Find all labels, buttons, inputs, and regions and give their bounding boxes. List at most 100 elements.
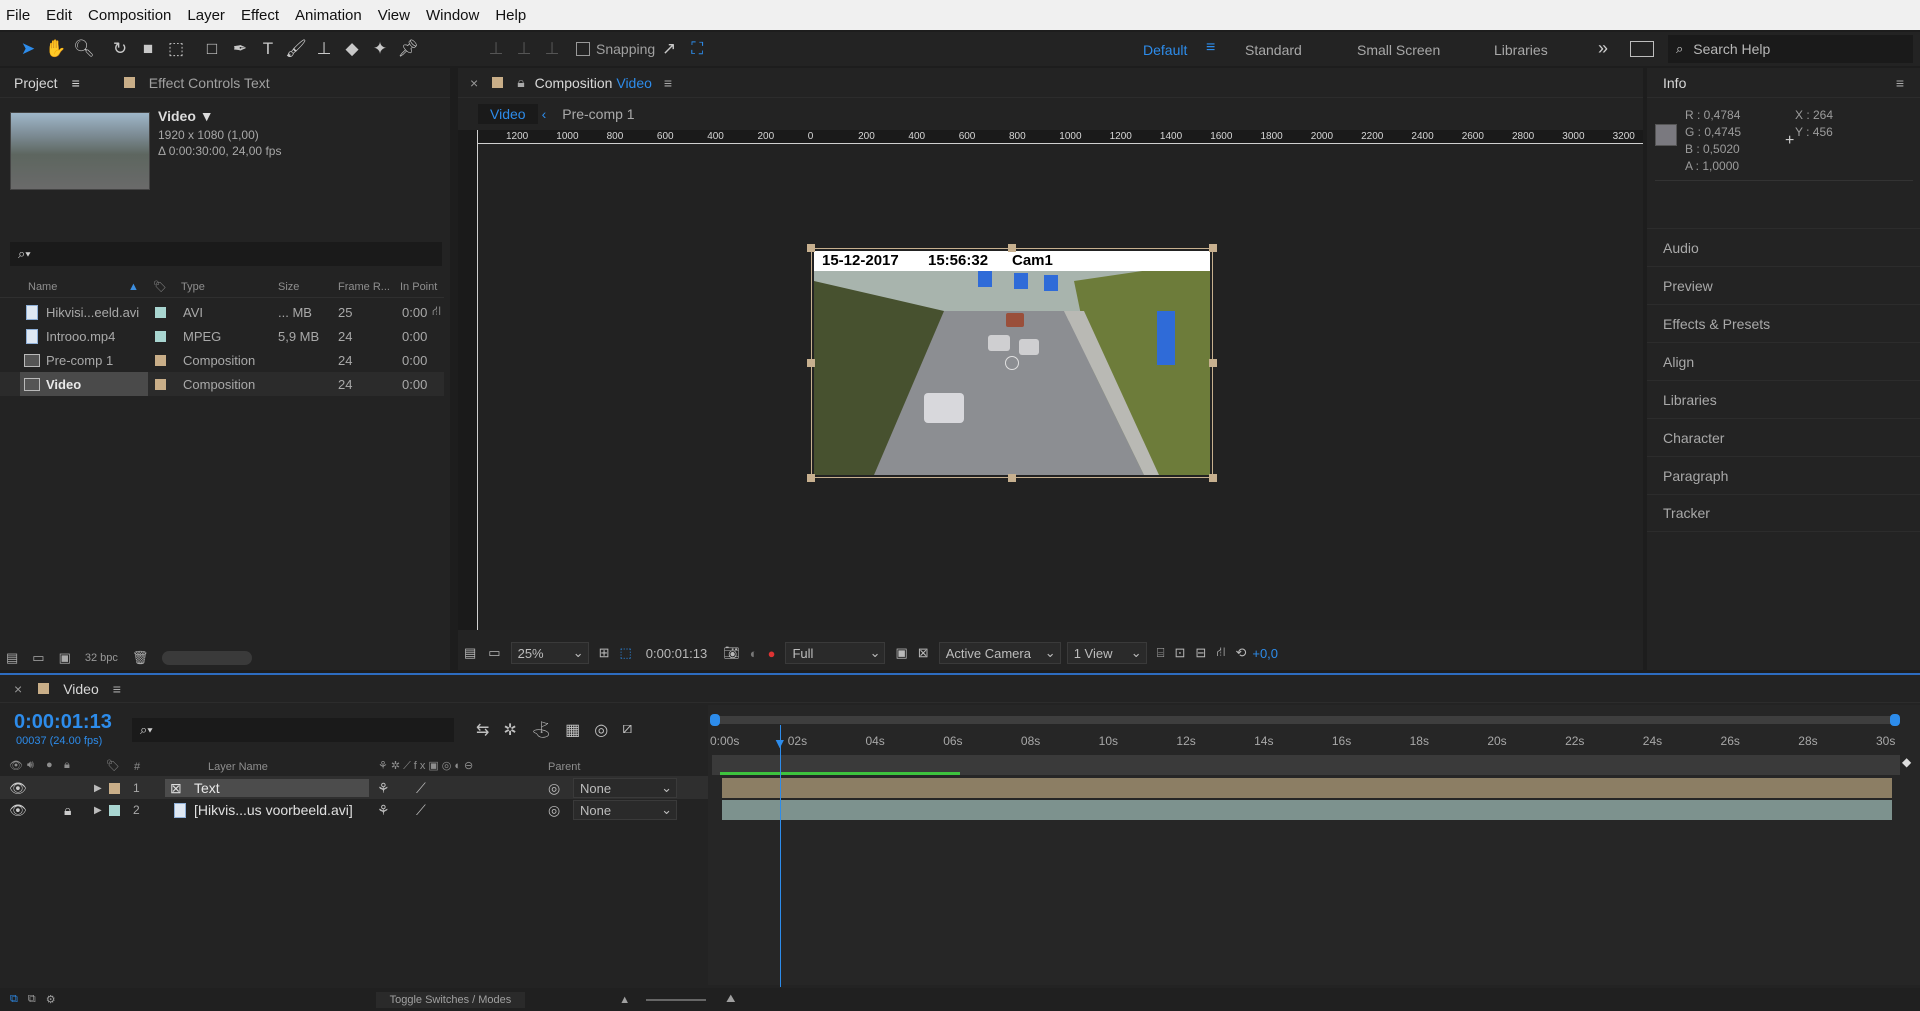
puppet-tool-icon[interactable]: 📌︎ — [394, 35, 422, 63]
expand-triangle-icon[interactable]: ▶ — [94, 783, 102, 794]
type-tool-icon[interactable]: T — [254, 35, 282, 63]
timeline-icon[interactable]: ⊟ — [1195, 645, 1206, 661]
views-dropdown[interactable]: 1 View ⌄ — [1066, 642, 1147, 664]
tab-composition[interactable]: Composition Video — [525, 68, 656, 97]
close-icon[interactable]: × — [14, 681, 22, 697]
pan-behind-tool-icon[interactable]: ⬚ — [162, 35, 190, 63]
snap-grid-icon[interactable]: ⛶ — [683, 35, 711, 63]
exposure-value[interactable]: +0,0 — [1252, 646, 1278, 661]
trash-icon[interactable]: 🗑︎ — [132, 650, 149, 666]
workspace-small-screen[interactable]: Small Screen — [1357, 42, 1440, 58]
rotate-tool-icon[interactable]: ↻ — [106, 35, 134, 63]
local-axis-icon[interactable]: ⊥ — [482, 35, 510, 63]
menu-animation[interactable]: Animation — [295, 7, 362, 24]
panel-menu-icon[interactable]: ≡ — [72, 75, 80, 91]
panel-menu-icon[interactable]: ≡ — [664, 75, 672, 91]
anchor-point-icon[interactable] — [1005, 356, 1019, 370]
snap-feather-icon[interactable]: ↗ — [655, 35, 683, 63]
transform-handle[interactable] — [807, 474, 815, 482]
brush-tool-icon[interactable]: 🖌︎ — [282, 35, 310, 63]
eye-icon[interactable]: 👁︎ — [9, 802, 27, 819]
flowchart-icon[interactable]: ⛙ — [1216, 644, 1225, 662]
thumbnail-size-slider[interactable] — [162, 651, 253, 665]
crumb-video[interactable]: Video — [478, 104, 538, 124]
work-area-end-handle[interactable] — [1890, 714, 1900, 726]
transform-handle[interactable] — [1008, 474, 1016, 482]
toggle-pixel-aspect-icon[interactable]: ⌸ — [1157, 645, 1165, 661]
flowchart-icon[interactable]: ⛙ — [432, 303, 441, 321]
view-axis-icon[interactable]: ⊥ — [538, 35, 566, 63]
zoom-out-mountain-icon[interactable]: ▲ — [619, 994, 630, 1006]
monitor-icon[interactable]: ▭ — [488, 645, 500, 661]
lock-icon[interactable]: 🔒︎ — [64, 802, 71, 819]
current-time[interactable]: 0:00:01:13 — [646, 646, 707, 661]
mask-visibility-icon[interactable]: ⬚ — [620, 645, 632, 661]
panel-character[interactable]: Character — [1647, 418, 1920, 456]
col-parent[interactable]: Parent — [548, 761, 580, 773]
transform-handle[interactable] — [807, 359, 815, 367]
panel-libraries[interactable]: Libraries — [1647, 380, 1920, 418]
resolution-dropdown[interactable]: Full ⌄ — [785, 642, 886, 664]
layer-row-footage[interactable]: 👁︎ 🔒︎ ▶ 2 [Hikvis...us voorbeeld.avi] ⚘ … — [0, 799, 710, 821]
clone-stamp-tool-icon[interactable]: ⊥ — [310, 35, 338, 63]
label-swatch[interactable] — [109, 782, 120, 794]
sort-up-icon[interactable]: ▲ — [128, 281, 139, 293]
draft-3d-icon[interactable]: ✲ — [503, 720, 516, 740]
menu-view[interactable]: View — [378, 7, 410, 24]
zoom-in-mountain-icon[interactable]: ⛰ — [726, 993, 735, 1006]
col-frame-rate[interactable]: Frame R... — [338, 281, 390, 293]
comp-viewer[interactable]: 15-12-2017 15:56:32 Cam1 — [478, 145, 1643, 630]
project-item-row[interactable]: Pre-comp 1 Composition 24 0:00 — [0, 348, 444, 372]
layer-name[interactable]: [Hikvis...us voorbeeld.avi] — [194, 802, 353, 818]
expand-switches-icon[interactable]: ⚙ — [46, 993, 56, 1006]
sync-settings-icon[interactable] — [1630, 41, 1654, 57]
menu-effect[interactable]: Effect — [241, 7, 279, 24]
panel-effects-presets[interactable]: Effects & Presets — [1647, 304, 1920, 342]
timeline-timecode[interactable]: 0:00:01:13 — [14, 711, 112, 734]
comp-mini-flowchart-icon[interactable]: ⇆ — [476, 720, 489, 740]
always-preview-icon[interactable]: ▤ — [464, 645, 476, 661]
panel-tracker[interactable]: Tracker — [1647, 494, 1920, 532]
menu-composition[interactable]: Composition — [88, 7, 171, 24]
quality-icon[interactable]: ⟋ — [416, 802, 426, 819]
lock-icon[interactable]: 🔒︎ — [517, 74, 524, 91]
camera-tool-icon[interactable]: ■ — [134, 35, 162, 63]
col-name[interactable]: Name — [28, 281, 57, 293]
pen-tool-icon[interactable]: ✒ — [226, 35, 254, 63]
menu-layer[interactable]: Layer — [187, 7, 225, 24]
close-icon[interactable]: × — [470, 75, 478, 91]
tab-timeline-video[interactable]: Video — [49, 675, 113, 702]
expand-triangle-icon[interactable]: ▶ — [94, 805, 102, 816]
fast-preview-icon[interactable]: ⊡ — [1175, 645, 1186, 661]
video-switch-icon[interactable]: 👁︎ — [9, 759, 23, 772]
tab-effect-controls[interactable]: Effect Controls Text — [135, 68, 284, 97]
panel-menu-icon[interactable]: ≡ — [113, 681, 121, 697]
roto-brush-tool-icon[interactable]: ✦ — [366, 35, 394, 63]
show-snapshot-icon[interactable]: ◐ — [750, 646, 758, 661]
search-help-field[interactable]: ⌕ Search Help — [1668, 35, 1913, 63]
quality-icon[interactable]: ⟋ — [416, 780, 426, 797]
tab-project[interactable]: Project ≡ — [0, 68, 94, 97]
workspace-menu-icon[interactable]: ≡ — [1206, 39, 1215, 57]
hand-tool-icon[interactable]: ✋ — [42, 35, 70, 63]
transform-handle[interactable] — [1209, 359, 1217, 367]
layer-name[interactable]: Text — [194, 780, 220, 796]
pickwhip-icon[interactable]: ◎ — [548, 802, 560, 819]
col-type[interactable]: Type — [181, 281, 205, 293]
col-layer-name[interactable]: Layer Name — [208, 761, 268, 773]
panel-audio[interactable]: Audio — [1647, 228, 1920, 266]
workspace-more-icon[interactable]: » — [1598, 38, 1608, 59]
snapping-checkbox[interactable] — [576, 42, 590, 56]
grid-icon[interactable]: ⊞ — [599, 645, 610, 661]
zoom-dropdown[interactable]: 25% ⌄ — [510, 642, 589, 664]
eraser-tool-icon[interactable]: ◆ — [338, 35, 366, 63]
panel-paragraph[interactable]: Paragraph — [1647, 456, 1920, 494]
bit-depth[interactable]: 32 bpc — [85, 652, 118, 664]
parent-dropdown[interactable]: None ⌄ — [573, 778, 677, 798]
work-area-scrollbar[interactable] — [712, 716, 1900, 724]
menu-file[interactable]: File — [6, 7, 30, 24]
region-of-interest-icon[interactable]: ▣ — [895, 645, 907, 661]
timeline-zoom-slider[interactable] — [646, 998, 707, 1001]
playhead-handle[interactable]: ▼ — [773, 735, 787, 751]
project-item-row[interactable]: Introoo.mp4 MPEG 5,9 MB 24 0:00 — [0, 324, 444, 348]
